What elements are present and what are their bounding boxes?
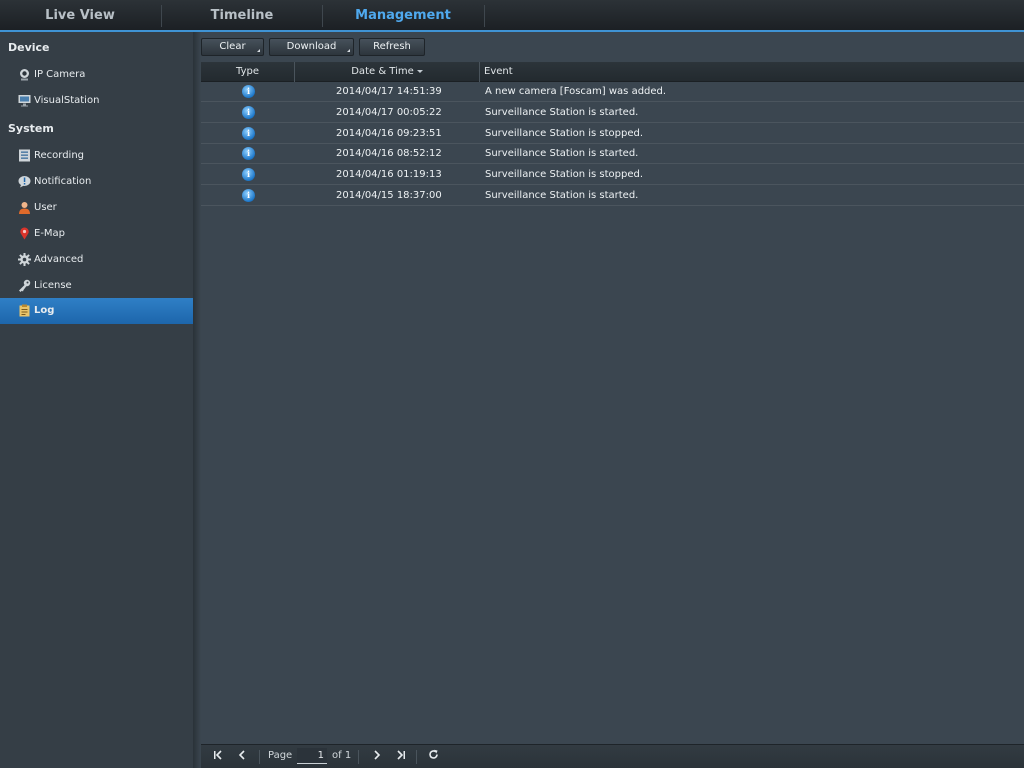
sidebar-item-ip-camera[interactable]: IP Camera: [0, 62, 193, 88]
sidebar-splitter[interactable]: [193, 32, 201, 768]
tab-divider: [484, 5, 485, 27]
sidebar-item-visualstation[interactable]: VisualStation: [0, 88, 193, 114]
sidebar-item-label: License: [34, 280, 72, 291]
section-title-system: System: [8, 122, 54, 135]
sidebar-item-label: Notification: [34, 176, 92, 187]
first-page-icon: [214, 750, 222, 760]
info-icon: i: [242, 168, 255, 181]
row-datetime: 2014/04/17 14:51:39: [336, 86, 442, 97]
download-button[interactable]: Download: [269, 38, 354, 56]
column-divider[interactable]: [479, 62, 480, 82]
row-event: A new camera [Foscam] was added.: [485, 86, 667, 97]
notification-icon: [18, 176, 31, 188]
sidebar-item-label: Log: [34, 305, 55, 316]
sidebar-item-label: VisualStation: [34, 95, 100, 106]
row-datetime: 2014/04/16 08:52:12: [336, 148, 442, 159]
monitor-icon: [18, 95, 31, 107]
sidebar-item-log[interactable]: Log: [0, 298, 193, 324]
column-header-event[interactable]: Event: [484, 62, 784, 82]
previous-page-button[interactable]: [233, 748, 251, 766]
row-datetime: 2014/04/16 01:19:13: [336, 169, 442, 180]
row-datetime: 2014/04/15 18:37:00: [336, 190, 442, 201]
row-event: Surveillance Station is stopped.: [485, 128, 644, 139]
sidebar-item-label: IP Camera: [34, 69, 86, 80]
map-pin-icon: [20, 227, 29, 240]
row-event: Surveillance Station is started.: [485, 148, 639, 159]
page-count-label: of 1: [332, 750, 352, 761]
log-grid: Type Date & Time Event i 2014/04/17 14:5…: [201, 62, 1024, 744]
dropdown-caret-icon: [257, 49, 260, 52]
sidebar-item-license[interactable]: License: [0, 273, 193, 299]
chevron-left-icon: [238, 750, 245, 760]
table-row[interactable]: i 2014/04/16 08:52:12 Surveillance Stati…: [201, 144, 1024, 164]
tab-management[interactable]: Management: [323, 0, 483, 30]
grid-header: Type Date & Time Event: [201, 62, 1024, 82]
table-row[interactable]: i 2014/04/17 00:05:22 Surveillance Stati…: [201, 103, 1024, 123]
top-tab-bar: Live View Timeline Management: [0, 0, 1024, 32]
row-event: Surveillance Station is stopped.: [485, 169, 644, 180]
info-icon: i: [242, 106, 255, 119]
info-icon: i: [242, 147, 255, 160]
column-header-type[interactable]: Type: [201, 62, 294, 82]
pager-divider: [358, 750, 359, 764]
gear-icon: [18, 253, 31, 266]
sidebar-item-label: E-Map: [34, 228, 66, 239]
table-row[interactable]: i 2014/04/16 01:19:13 Surveillance Stati…: [201, 165, 1024, 185]
sidebar-item-notification[interactable]: Notification: [0, 169, 193, 195]
row-datetime: 2014/04/17 00:05:22: [336, 107, 442, 118]
chevron-right-icon: [374, 750, 381, 760]
last-page-icon: [397, 750, 405, 760]
sidebar-item-advanced[interactable]: Advanced: [0, 247, 193, 273]
section-title-device: Device: [8, 41, 50, 54]
table-row[interactable]: i 2014/04/15 18:37:00 Surveillance Stati…: [201, 186, 1024, 206]
next-page-button[interactable]: [368, 748, 386, 766]
download-button-label: Download: [286, 41, 337, 52]
paging-toolbar: Page of 1: [201, 744, 1024, 768]
tab-live-view[interactable]: Live View: [0, 0, 160, 30]
page-label: Page: [268, 750, 293, 761]
sidebar-item-label: User: [34, 202, 57, 213]
refresh-button-label: Refresh: [373, 41, 411, 52]
clear-button[interactable]: Clear: [201, 38, 264, 56]
column-header-datetime[interactable]: Date & Time: [295, 62, 479, 82]
page-number-input[interactable]: [297, 748, 327, 764]
camera-icon: [20, 69, 29, 81]
table-row[interactable]: i 2014/04/17 14:51:39 A new camera [Fosc…: [201, 82, 1024, 102]
info-icon: i: [242, 85, 255, 98]
sidebar-item-label: Advanced: [34, 254, 84, 265]
user-icon: [19, 202, 30, 214]
pager-divider: [416, 750, 417, 764]
last-page-button[interactable]: [392, 748, 410, 766]
table-row[interactable]: i 2014/04/16 09:23:51 Surveillance Stati…: [201, 124, 1024, 144]
dropdown-caret-icon: [347, 49, 350, 52]
sidebar-item-label: Recording: [34, 150, 85, 161]
clear-button-label: Clear: [219, 41, 246, 52]
tab-timeline[interactable]: Timeline: [162, 0, 322, 30]
info-icon: i: [242, 189, 255, 202]
sidebar-item-e-map[interactable]: E-Map: [0, 221, 193, 247]
info-icon: i: [242, 127, 255, 140]
row-datetime: 2014/04/16 09:23:51: [336, 128, 442, 139]
row-event: Surveillance Station is started.: [485, 107, 639, 118]
column-header-datetime-label: Date & Time: [351, 66, 414, 77]
log-icon: [19, 304, 30, 317]
first-page-button[interactable]: [209, 748, 227, 766]
recording-icon: [19, 149, 30, 162]
key-icon: [19, 279, 31, 292]
refresh-button[interactable]: Refresh: [359, 38, 425, 56]
reload-icon: [428, 749, 438, 759]
sort-descending-icon: [416, 69, 423, 73]
sidebar-item-user[interactable]: User: [0, 195, 193, 221]
reload-button[interactable]: [424, 748, 442, 766]
pager-divider: [259, 750, 260, 764]
sidebar-item-recording[interactable]: Recording: [0, 143, 193, 169]
row-event: Surveillance Station is started.: [485, 190, 639, 201]
